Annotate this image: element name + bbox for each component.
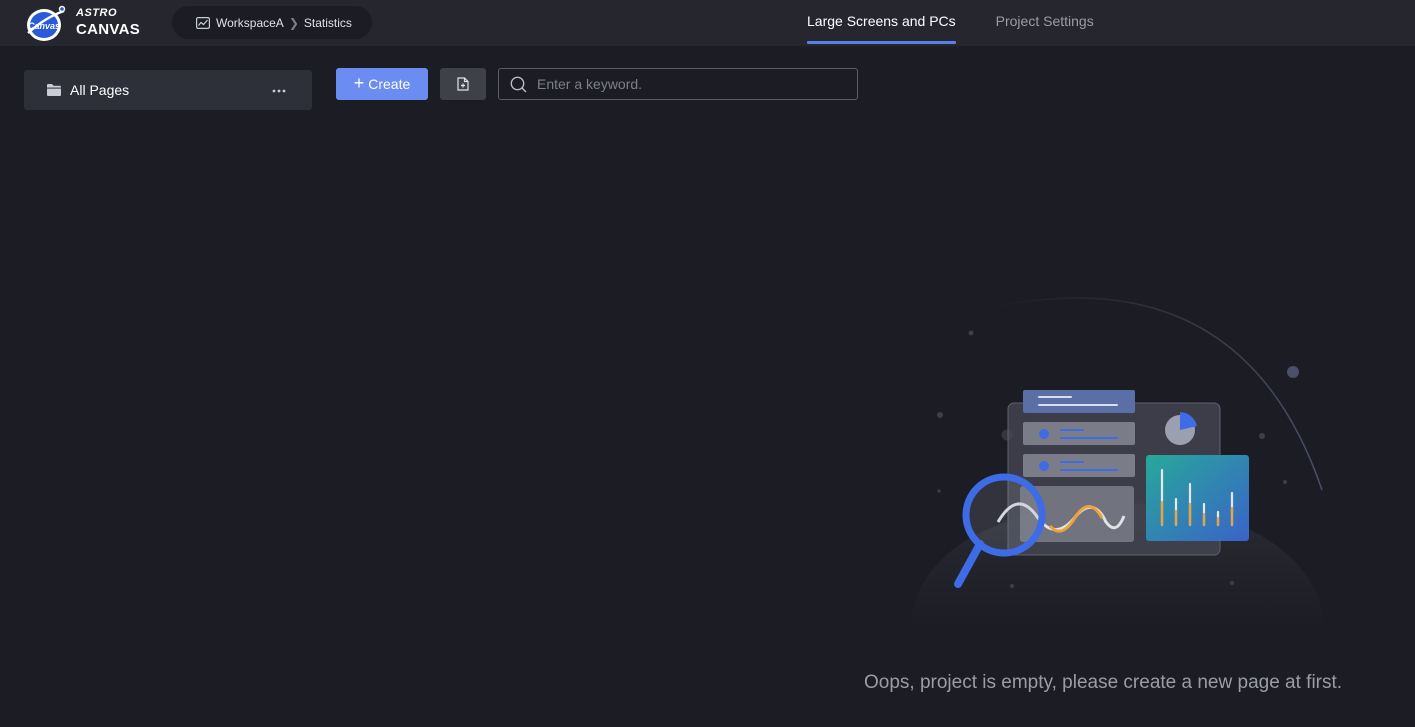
logo-line-canvas: CANVAS	[76, 21, 141, 38]
file-import-icon	[457, 77, 469, 91]
more-horizontal-icon[interactable]	[272, 89, 286, 93]
import-button[interactable]	[440, 68, 486, 100]
empty-project-illustration	[910, 297, 1326, 628]
top-bar: Canvas ASTRO CANVAS WorkspaceA ❯ Statist…	[0, 0, 1415, 46]
tab-project-settings[interactable]: Project Settings	[996, 0, 1094, 44]
chevron-right-icon: ❯	[288, 15, 299, 30]
sidebar-item-all-pages[interactable]: All Pages	[24, 70, 312, 110]
tab-large-screens[interactable]: Large Screens and PCs	[807, 0, 956, 44]
breadcrumb: WorkspaceA ❯ Statistics	[172, 6, 372, 39]
create-button[interactable]: + Create	[336, 68, 428, 100]
breadcrumb-project: Statistics	[303, 15, 352, 30]
app-logo[interactable]: Canvas ASTRO CANVAS	[24, 3, 164, 43]
astro-canvas-logo-icon: Canvas	[27, 5, 66, 41]
chart-line-icon	[196, 16, 210, 29]
search-icon	[510, 76, 527, 92]
view-tabs: Large Screens and PCs Project Settings	[807, 0, 1134, 46]
folder-icon	[47, 84, 61, 96]
logo-line-astro: ASTRO	[76, 7, 117, 19]
logo-badge-text: Canvas	[28, 21, 60, 31]
breadcrumb-workspace[interactable]: WorkspaceA	[216, 16, 284, 30]
create-button-label: Create	[368, 76, 411, 92]
plus-icon: +	[353, 73, 365, 93]
search-input[interactable]	[535, 75, 835, 93]
search-box	[498, 68, 858, 100]
empty-state-message: Oops, project is empty, please create a …	[864, 672, 1343, 693]
sidebar-item-label: All Pages	[70, 82, 130, 98]
